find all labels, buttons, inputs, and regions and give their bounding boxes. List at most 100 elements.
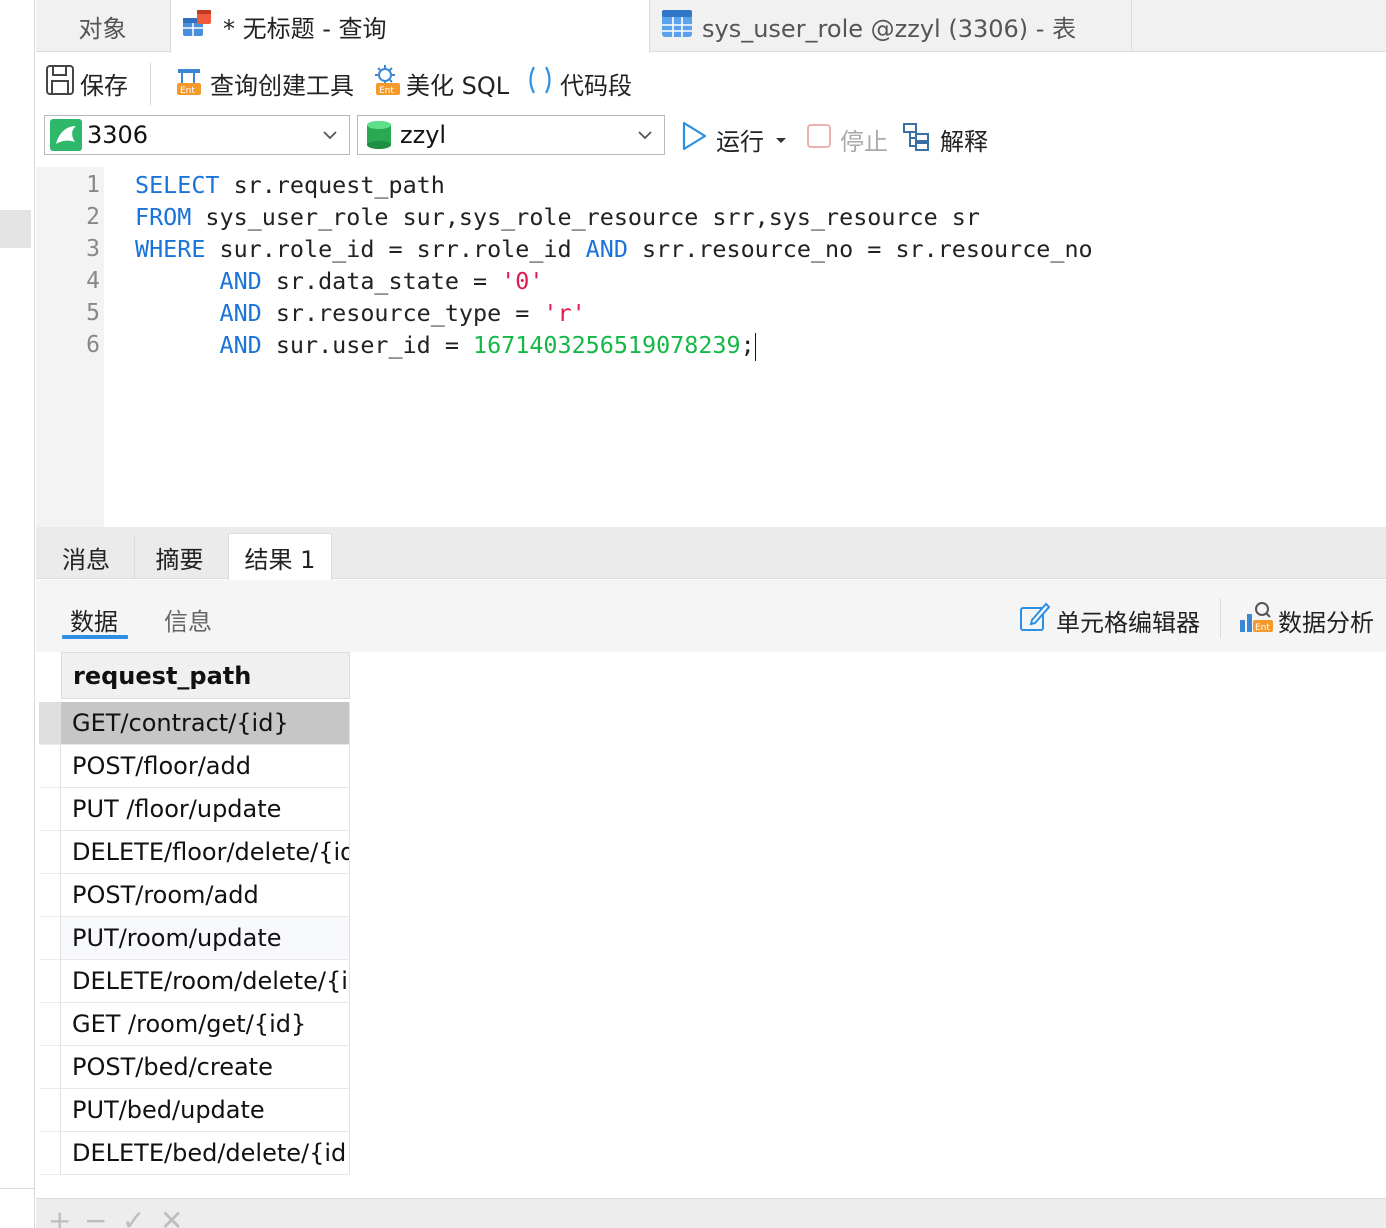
table-cell[interactable]: GET /room/get/{id}	[61, 1003, 350, 1046]
subtab-info[interactable]: 信息	[164, 602, 212, 637]
toolbar-divider	[150, 63, 151, 105]
line-number: 3	[86, 236, 100, 262]
result-tab-bar: 消息 摘要 结果 1	[36, 527, 1386, 580]
tab-query-label: * 无标题 - 查询	[223, 15, 387, 43]
table-row[interactable]: DELETE/floor/delete/{id	[39, 831, 350, 874]
code-line[interactable]: SELECT sr.request_path	[135, 169, 445, 201]
query-table-icon	[181, 8, 215, 46]
data-analysis-label: 数据分析	[1278, 608, 1374, 637]
tab-result-1[interactable]: 结果 1	[228, 533, 332, 580]
code-line[interactable]: FROM sys_user_role sur,sys_role_resource…	[135, 201, 980, 233]
row-indicator[interactable]	[39, 702, 61, 745]
row-indicator[interactable]	[39, 917, 61, 960]
tab-messages[interactable]: 消息	[38, 535, 134, 579]
plus-icon[interactable]: +	[48, 1207, 71, 1228]
table-row[interactable]: POST/room/add	[39, 874, 350, 917]
sql-keyword: AND	[219, 331, 262, 359]
tab-objects-label: 对象	[78, 14, 127, 43]
sql-string: 'r'	[543, 299, 586, 327]
check-icon[interactable]: ✓	[122, 1207, 145, 1228]
data-analysis-button[interactable]: Ent 数据分析	[1238, 600, 1374, 640]
row-indicator[interactable]	[39, 1089, 61, 1132]
save-button[interactable]: 保存	[44, 63, 128, 103]
sql-text: sur.user_id =	[261, 331, 473, 359]
code-line[interactable]: AND sr.resource_type = 'r'	[135, 297, 586, 329]
table-cell[interactable]: PUT/bed/update	[61, 1089, 350, 1132]
row-indicator[interactable]	[39, 1132, 61, 1175]
row-indicator[interactable]	[39, 874, 61, 917]
sql-text: ;	[740, 331, 755, 359]
document-tab-bar: 对象 * 无标题 - 查询 sys_user_role @zzyl (3306)…	[36, 0, 1386, 53]
stop-label: 停止	[840, 127, 888, 156]
run-label: 运行	[716, 127, 764, 156]
panel-divider	[0, 1188, 35, 1189]
table-row[interactable]: GET /room/get/{id}	[39, 1003, 350, 1046]
minus-icon[interactable]: −	[84, 1207, 107, 1228]
table-cell[interactable]: DELETE/room/delete/{ic	[61, 960, 350, 1003]
code-line[interactable]: WHERE sur.role_id = srr.role_id AND srr.…	[135, 233, 1093, 265]
tab-summary[interactable]: 摘要	[134, 535, 224, 579]
sql-keyword: WHERE	[135, 235, 206, 263]
sql-text: sr.request_path	[219, 171, 445, 199]
save-icon	[44, 63, 76, 103]
table-row[interactable]: PUT /floor/update	[39, 788, 350, 831]
table-row[interactable]: DELETE/bed/delete/{id}	[39, 1132, 350, 1175]
table-cell[interactable]: DELETE/bed/delete/{id}	[61, 1132, 350, 1175]
table-cell[interactable]: POST/room/add	[61, 874, 350, 917]
cell-editor-button[interactable]: 单元格编辑器	[1018, 600, 1200, 640]
table-cell[interactable]: POST/bed/create	[61, 1046, 350, 1089]
query-toolbar: 保存 Ent 查询创建工具 Ent 美化 SQL 代码段	[36, 53, 1386, 113]
beautify-sql-button[interactable]: Ent 美化 SQL	[370, 63, 509, 103]
table-cell[interactable]: POST/floor/add	[61, 745, 350, 788]
panel-selection-marker[interactable]	[0, 210, 31, 248]
cancel-icon[interactable]: ✕	[160, 1207, 183, 1228]
subtab-data[interactable]: 数据	[70, 602, 118, 637]
column-header-request-path[interactable]: request_path	[61, 652, 350, 699]
stop-icon	[806, 123, 832, 155]
save-label: 保存	[80, 71, 128, 100]
code-line[interactable]: AND sur.user_id = 1671403256519078239;	[135, 329, 756, 361]
object-panel-edge	[0, 0, 35, 1228]
line-number: 2	[86, 204, 100, 230]
line-number: 4	[86, 268, 100, 294]
table-row[interactable]: PUT/room/update	[39, 917, 350, 960]
query-builder-icon: Ent	[174, 63, 206, 103]
sql-keyword: FROM	[135, 203, 192, 231]
row-indicator[interactable]	[39, 1046, 61, 1089]
table-row[interactable]: POST/bed/create	[39, 1046, 350, 1089]
tab-query[interactable]: * 无标题 - 查询	[170, 0, 650, 53]
row-indicator[interactable]	[39, 788, 61, 831]
snippet-label: 代码段	[560, 71, 632, 100]
tab-table[interactable]: sys_user_role @zzyl (3306) - 表	[652, 0, 1132, 52]
tab-result-1-label: 结果 1	[244, 545, 316, 574]
table-row[interactable]: DELETE/room/delete/{ic	[39, 960, 350, 1003]
data-analysis-icon: Ent	[1238, 600, 1274, 640]
row-indicator[interactable]	[39, 831, 61, 874]
table-cell[interactable]: PUT/room/update	[61, 917, 350, 960]
code-snippet-button[interactable]: 代码段	[524, 63, 632, 103]
sql-editor[interactable]: 1 2 3 4 5 6 SELECT sr.request_path FROM s…	[36, 167, 1386, 527]
code-line[interactable]: AND sr.data_state = '0'	[135, 265, 544, 297]
table-cell[interactable]: GET/contract/{id}	[61, 702, 350, 745]
table-row[interactable]: GET/contract/{id}	[39, 702, 350, 745]
table-row[interactable]: PUT/bed/update	[39, 1089, 350, 1132]
table-cell[interactable]: PUT /floor/update	[61, 788, 350, 831]
database-select[interactable]: zzyl	[357, 115, 665, 155]
toolbar-divider	[1220, 598, 1221, 638]
table-cell[interactable]: DELETE/floor/delete/{id	[61, 831, 350, 874]
connection-select[interactable]: 3306	[44, 115, 350, 155]
row-indicator[interactable]	[39, 1003, 61, 1046]
row-indicator[interactable]	[39, 745, 61, 788]
table-row[interactable]: POST/floor/add	[39, 745, 350, 788]
row-indicator[interactable]	[39, 960, 61, 1003]
run-button[interactable]: 运行	[680, 117, 788, 161]
explain-button[interactable]: 解释	[902, 117, 988, 161]
stop-button[interactable]: 停止	[806, 117, 888, 161]
run-dropdown-icon[interactable]	[774, 125, 788, 153]
grid-action-bar: + − ✓ ✕	[36, 1198, 1386, 1228]
tab-table-label: sys_user_role @zzyl (3306) - 表	[702, 14, 1077, 43]
tab-objects[interactable]: 对象	[36, 0, 169, 52]
query-builder-button[interactable]: Ent 查询创建工具	[174, 63, 354, 103]
